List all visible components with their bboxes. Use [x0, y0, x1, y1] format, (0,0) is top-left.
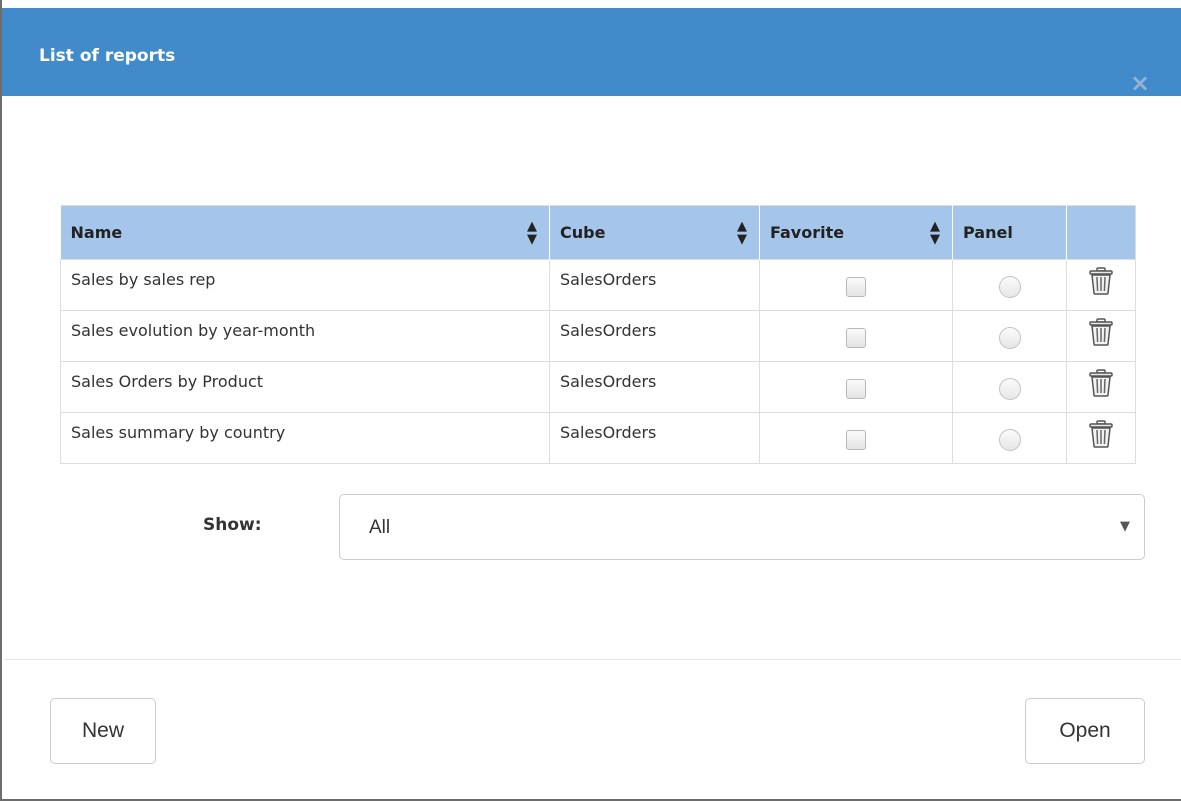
- table-header-row: Name ▲ ▼ Cube ▲ ▼ Favorite ▲ ▼ Panel: [60, 205, 1136, 260]
- table-row[interactable]: Sales Orders by Product SalesOrders: [60, 361, 1136, 413]
- report-cube-cell: SalesOrders: [549, 361, 760, 413]
- trash-icon[interactable]: [1089, 420, 1113, 452]
- delete-cell: [1066, 412, 1136, 464]
- table-row[interactable]: Sales evolution by year-month SalesOrders: [60, 310, 1136, 362]
- delete-cell: [1066, 259, 1136, 311]
- sort-icon[interactable]: ▲ ▼: [527, 220, 537, 246]
- panel-cell: [952, 361, 1067, 413]
- dialog-header: [2, 8, 1181, 96]
- close-button[interactable]: ×: [1127, 71, 1153, 98]
- report-cube: SalesOrders: [560, 422, 657, 442]
- chevron-down-icon: ▼: [1120, 519, 1130, 534]
- delete-cell: [1066, 310, 1136, 362]
- panel-cell: [952, 310, 1067, 362]
- favorite-cell: [759, 361, 953, 413]
- trash-icon[interactable]: [1089, 267, 1113, 299]
- report-name-cell[interactable]: Sales Orders by Product: [60, 361, 550, 413]
- panel-radio[interactable]: [998, 378, 1021, 400]
- favorite-checkbox[interactable]: [846, 430, 866, 450]
- report-name: Sales by sales rep: [71, 269, 216, 289]
- open-button[interactable]: Open: [1025, 698, 1145, 764]
- show-filter-label: Show:: [203, 515, 262, 535]
- column-header-favorite[interactable]: Favorite ▲ ▼: [759, 205, 953, 260]
- report-cube: SalesOrders: [560, 269, 657, 289]
- column-header-panel: Panel: [952, 205, 1067, 260]
- panel-radio[interactable]: [998, 429, 1021, 451]
- column-header-actions: [1066, 205, 1136, 260]
- column-header-cube[interactable]: Cube ▲ ▼: [549, 205, 760, 260]
- panel-radio[interactable]: [998, 276, 1021, 298]
- report-cube-cell: SalesOrders: [549, 412, 760, 464]
- report-cube: SalesOrders: [560, 320, 657, 340]
- report-name-cell[interactable]: Sales by sales rep: [60, 259, 550, 311]
- trash-icon[interactable]: [1089, 318, 1113, 350]
- table-row[interactable]: Sales summary by country SalesOrders: [60, 412, 1136, 464]
- report-cube: SalesOrders: [560, 371, 657, 391]
- new-button[interactable]: New: [50, 698, 156, 764]
- footer-divider: [4, 659, 1181, 660]
- report-name: Sales evolution by year-month: [71, 320, 316, 340]
- column-header-label: Favorite: [770, 223, 845, 242]
- favorite-checkbox[interactable]: [846, 328, 866, 348]
- panel-cell: [952, 412, 1067, 464]
- report-name: Sales Orders by Product: [71, 371, 264, 391]
- report-name: Sales summary by country: [71, 422, 286, 442]
- report-name-cell[interactable]: Sales evolution by year-month: [60, 310, 550, 362]
- column-header-label: Name: [70, 223, 123, 242]
- dialog-title: List of reports: [39, 46, 176, 66]
- column-header-label: Cube: [560, 223, 606, 242]
- column-header-label: Panel: [963, 223, 1013, 242]
- report-name-cell[interactable]: Sales summary by country: [60, 412, 550, 464]
- favorite-cell: [759, 310, 953, 362]
- show-filter-select[interactable]: All ▼: [339, 494, 1145, 560]
- favorite-cell: [759, 412, 953, 464]
- table-row[interactable]: Sales by sales rep SalesOrders: [60, 259, 1136, 311]
- favorite-cell: [759, 259, 953, 311]
- favorite-checkbox[interactable]: [846, 277, 866, 297]
- column-header-name[interactable]: Name ▲ ▼: [60, 205, 550, 260]
- trash-icon[interactable]: [1089, 369, 1113, 401]
- sort-icon[interactable]: ▲ ▼: [930, 220, 940, 246]
- panel-radio[interactable]: [998, 327, 1021, 349]
- favorite-checkbox[interactable]: [846, 379, 866, 399]
- report-cube-cell: SalesOrders: [549, 310, 760, 362]
- delete-cell: [1066, 361, 1136, 413]
- select-value: All: [369, 517, 391, 538]
- sort-icon[interactable]: ▲ ▼: [737, 220, 747, 246]
- report-cube-cell: SalesOrders: [549, 259, 760, 311]
- reports-table: Name ▲ ▼ Cube ▲ ▼ Favorite ▲ ▼ Panel Sal…: [60, 205, 1136, 464]
- panel-cell: [952, 259, 1067, 311]
- reports-dialog: List of reports × Name ▲ ▼ Cube ▲ ▼ Favori…: [0, 0, 1181, 801]
